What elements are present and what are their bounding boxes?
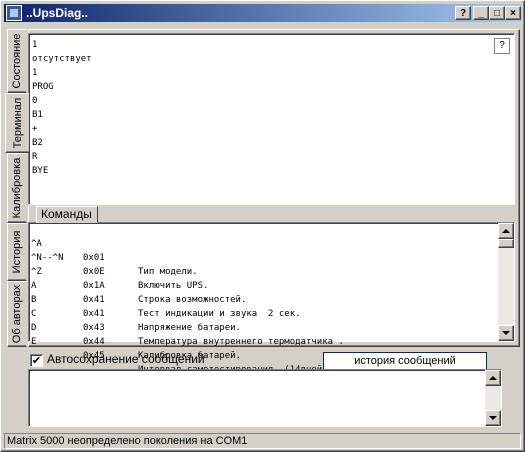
terminal-line: PROG xyxy=(32,82,54,92)
title-bar[interactable]: ..UpsDiag.. ? _ □ × xyxy=(4,4,521,22)
command-desc: Включить UPS. xyxy=(138,281,209,291)
app-window: ..UpsDiag.. ? _ □ × Состояние Терминал К… xyxy=(0,0,525,452)
tab-calibration[interactable]: Калибровка xyxy=(7,153,27,223)
command-desc: Температура внутреннего термодатчика . xyxy=(138,337,344,347)
terminal-line: отсутствует xyxy=(32,54,92,64)
terminal-line: 0 xyxy=(32,96,38,106)
command-row[interactable]: ^N--^N 0x0E Включить UPS. xyxy=(31,237,208,291)
autosave-checkbox[interactable]: ✔ xyxy=(30,354,43,367)
command-row[interactable]: A 0x41 Тест индикации и звука 2 сек. xyxy=(31,265,301,319)
tab-terminal[interactable]: Терминал xyxy=(5,93,29,153)
terminal-output[interactable]: 1 отсутствует 1 PROG 0 B1 + B2 R BYE ? xyxy=(28,33,515,205)
close-button[interactable]: × xyxy=(505,6,521,20)
command-code: 0x41 xyxy=(83,295,105,305)
scroll-down-icon[interactable] xyxy=(485,410,501,426)
commands-list[interactable]: ^A 0x01 Тип модели. ^N--^N 0x0E Включить… xyxy=(28,222,515,375)
terminal-line: BYE xyxy=(32,166,49,176)
command-row[interactable]: ^Z 0x1A Строка возможностей. xyxy=(31,251,246,305)
scroll-thumb[interactable] xyxy=(498,239,514,248)
message-log[interactable] xyxy=(28,369,502,427)
log-scrollbar[interactable] xyxy=(485,370,501,426)
scroll-down-icon[interactable] xyxy=(498,325,514,341)
terminal-line: R xyxy=(32,152,38,162)
help-button[interactable]: ? xyxy=(455,6,471,20)
terminal-line: + xyxy=(32,124,38,134)
history-button[interactable]: история сообщений xyxy=(323,352,487,370)
command-key: E xyxy=(31,337,37,347)
tab-commands[interactable]: Команды xyxy=(36,206,98,223)
tab-status[interactable]: Состояние xyxy=(7,29,27,93)
terminal-line: B2 xyxy=(32,138,43,148)
tab-history-label: История xyxy=(11,230,23,274)
terminal-line: 1 xyxy=(32,40,38,50)
terminal-line: 1 xyxy=(32,68,38,78)
tab-about-label: Об авторах xyxy=(11,284,23,344)
command-row[interactable]: E 0x45 Интервал самотестирования (14дней… xyxy=(31,321,387,375)
command-code: 0x01 xyxy=(83,253,105,263)
command-code: 0x1A xyxy=(83,281,105,291)
command-desc: Напряжение батареи. xyxy=(138,323,241,333)
tab-calibration-label: Калибровка xyxy=(11,157,23,219)
minimize-button[interactable]: _ xyxy=(473,6,489,20)
command-code: 0x43 xyxy=(83,323,105,333)
maximize-button[interactable]: □ xyxy=(489,6,505,20)
autosave-label[interactable]: Автосохранение сообщений xyxy=(47,352,205,366)
tab-terminal-label: Терминал xyxy=(11,97,24,149)
command-desc: Строка возможностей. xyxy=(138,295,247,305)
tab-about[interactable]: Об авторах xyxy=(7,281,27,347)
command-code: 0x41 xyxy=(83,309,105,319)
scroll-up-icon[interactable] xyxy=(498,223,514,239)
command-desc: Тест индикации и звука 2 сек. xyxy=(138,309,301,319)
commands-scrollbar[interactable] xyxy=(498,223,514,341)
terminal-line: B1 xyxy=(32,110,43,120)
command-code: 0x44 xyxy=(83,337,105,347)
command-row[interactable]: ^A 0x01 Тип модели. xyxy=(31,223,198,277)
window-title: ..UpsDiag.. xyxy=(26,6,89,20)
terminal-help-button[interactable]: ? xyxy=(494,38,510,54)
status-bar: Matrix 5000 неопределено поколения на CO… xyxy=(4,433,521,449)
tab-history[interactable]: История xyxy=(7,223,27,281)
command-row[interactable]: B 0x41 Напряжение батареи. xyxy=(31,279,241,333)
scroll-up-icon[interactable] xyxy=(485,370,501,386)
command-desc: Тип модели. xyxy=(138,267,198,277)
command-code: 0x0E xyxy=(83,267,105,277)
app-icon[interactable] xyxy=(6,5,22,21)
command-row[interactable]: D 0x44 Калибровка батарей. xyxy=(31,307,241,361)
command-row[interactable]: C 0x43 Температура внутреннего термодатч… xyxy=(31,293,344,347)
tab-status-label: Состояние xyxy=(11,33,23,89)
